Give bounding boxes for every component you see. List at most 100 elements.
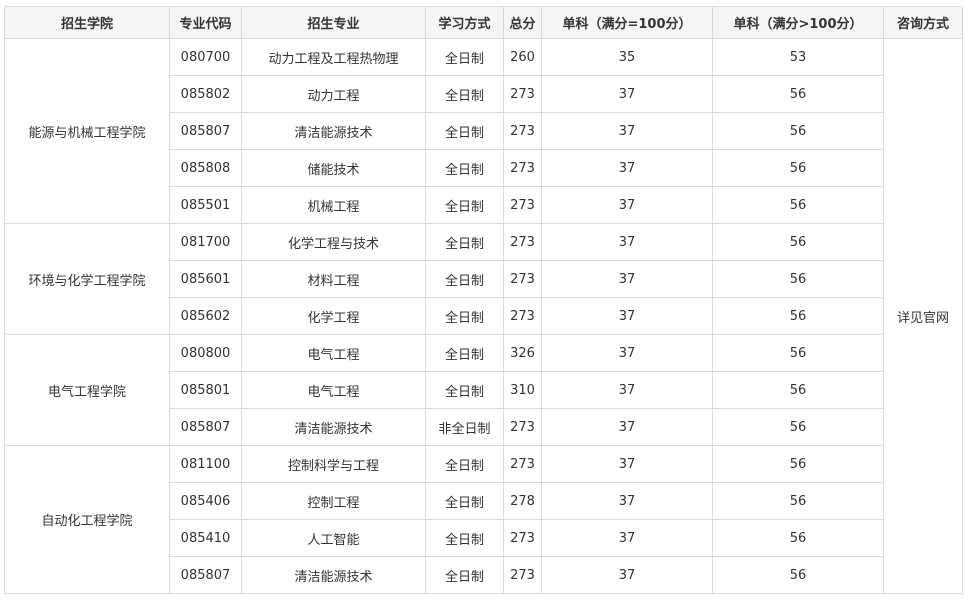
single100-score-cell: 37 [541, 75, 713, 113]
code-cell: 085601 [169, 260, 242, 298]
code-cell: 085801 [169, 371, 242, 409]
table-body: 能源与机械工程学院 080700 动力工程及工程热物理 全日制 260 35 53 详见官网 0… [4, 38, 963, 594]
single-over100-score-cell: 56 [712, 482, 884, 520]
single-over100-score-cell: 56 [712, 260, 884, 298]
header-single100: 单科（满分=100分） [541, 6, 713, 39]
single-over100-score-cell: 56 [712, 408, 884, 446]
single-over100-score-cell: 56 [712, 75, 884, 113]
college-cell: 电气工程学院 [4, 334, 170, 446]
single-over100-score-cell: 53 [712, 38, 884, 76]
college-cell: 自动化工程学院 [4, 445, 170, 594]
single100-score-cell: 37 [541, 112, 713, 150]
single100-score-cell: 37 [541, 445, 713, 483]
code-cell: 085802 [169, 75, 242, 113]
header-college: 招生学院 [4, 6, 170, 39]
single-over100-score-cell: 56 [712, 445, 884, 483]
major-cell: 清洁能源技术 [241, 556, 426, 594]
mode-cell: 全日制 [425, 186, 504, 224]
mode-cell: 全日制 [425, 519, 504, 557]
college-cell: 能源与机械工程学院 [4, 38, 170, 224]
major-cell: 储能技术 [241, 149, 426, 187]
major-cell: 电气工程 [241, 334, 426, 372]
table-row: 电气工程学院 080800 电气工程 全日制 326 37 56 [4, 334, 963, 446]
total-score-cell: 273 [503, 75, 542, 113]
single100-score-cell: 37 [541, 519, 713, 557]
single100-score-cell: 37 [541, 149, 713, 187]
major-cell: 电气工程 [241, 371, 426, 409]
total-score-cell: 273 [503, 260, 542, 298]
table-row: 能源与机械工程学院 080700 动力工程及工程热物理 全日制 260 35 53 详见官网 [4, 38, 963, 594]
code-cell: 080700 [169, 38, 242, 76]
header-consult: 咨询方式 [883, 6, 963, 39]
college-cell: 环境与化学工程学院 [4, 223, 170, 335]
major-cell: 化学工程 [241, 297, 426, 335]
mode-cell: 全日制 [425, 556, 504, 594]
mode-cell: 非全日制 [425, 408, 504, 446]
total-score-cell: 273 [503, 149, 542, 187]
major-cell: 化学工程与技术 [241, 223, 426, 261]
total-score-cell: 273 [503, 408, 542, 446]
header-code: 专业代码 [169, 6, 242, 39]
mode-cell: 全日制 [425, 445, 504, 483]
total-score-cell: 310 [503, 371, 542, 409]
major-cell: 控制工程 [241, 482, 426, 520]
total-score-cell: 273 [503, 112, 542, 150]
header-major: 招生专业 [241, 6, 426, 39]
code-cell: 085807 [169, 556, 242, 594]
total-score-cell: 260 [503, 38, 542, 76]
single100-score-cell: 37 [541, 186, 713, 224]
total-score-cell: 273 [503, 186, 542, 224]
major-cell: 动力工程及工程热物理 [241, 38, 426, 76]
total-score-cell: 273 [503, 445, 542, 483]
single100-score-cell: 37 [541, 223, 713, 261]
mode-cell: 全日制 [425, 371, 504, 409]
table-header-row: 招生学院 专业代码 招生专业 学习方式 总分 单科（满分=100分） 单科（满分… [4, 6, 963, 39]
single-over100-score-cell: 56 [712, 297, 884, 335]
total-score-cell: 326 [503, 334, 542, 372]
single-over100-score-cell: 56 [712, 334, 884, 372]
mode-cell: 全日制 [425, 75, 504, 113]
single100-score-cell: 37 [541, 297, 713, 335]
single-over100-score-cell: 56 [712, 519, 884, 557]
code-cell: 085808 [169, 149, 242, 187]
single-over100-score-cell: 56 [712, 556, 884, 594]
single100-score-cell: 37 [541, 371, 713, 409]
code-cell: 080800 [169, 334, 242, 372]
single-over100-score-cell: 56 [712, 149, 884, 187]
table-row: 环境与化学工程学院 081700 化学工程与技术 全日制 273 37 56 [4, 223, 963, 335]
mode-cell: 全日制 [425, 223, 504, 261]
single100-score-cell: 37 [541, 482, 713, 520]
code-cell: 081700 [169, 223, 242, 261]
code-cell: 085807 [169, 112, 242, 150]
major-cell: 清洁能源技术 [241, 112, 426, 150]
mode-cell: 全日制 [425, 149, 504, 187]
single100-score-cell: 37 [541, 556, 713, 594]
mode-cell: 全日制 [425, 260, 504, 298]
major-cell: 清洁能源技术 [241, 408, 426, 446]
consult-cell: 详见官网 [883, 38, 963, 594]
header-single-over100: 单科（满分>100分） [712, 6, 884, 39]
single-over100-score-cell: 56 [712, 112, 884, 150]
code-cell: 085807 [169, 408, 242, 446]
single100-score-cell: 35 [541, 38, 713, 76]
single-over100-score-cell: 56 [712, 223, 884, 261]
major-cell: 动力工程 [241, 75, 426, 113]
mode-cell: 全日制 [425, 112, 504, 150]
single-over100-score-cell: 56 [712, 186, 884, 224]
table-row: 自动化工程学院 081100 控制科学与工程 全日制 273 37 56 [4, 445, 963, 594]
mode-cell: 全日制 [425, 38, 504, 76]
code-cell: 081100 [169, 445, 242, 483]
single100-score-cell: 37 [541, 260, 713, 298]
single-over100-score-cell: 56 [712, 371, 884, 409]
code-cell: 085406 [169, 482, 242, 520]
major-cell: 控制科学与工程 [241, 445, 426, 483]
major-cell: 材料工程 [241, 260, 426, 298]
total-score-cell: 273 [503, 519, 542, 557]
code-cell: 085410 [169, 519, 242, 557]
major-cell: 人工智能 [241, 519, 426, 557]
mode-cell: 全日制 [425, 482, 504, 520]
single100-score-cell: 37 [541, 408, 713, 446]
major-cell: 机械工程 [241, 186, 426, 224]
total-score-cell: 273 [503, 556, 542, 594]
header-mode: 学习方式 [425, 6, 504, 39]
